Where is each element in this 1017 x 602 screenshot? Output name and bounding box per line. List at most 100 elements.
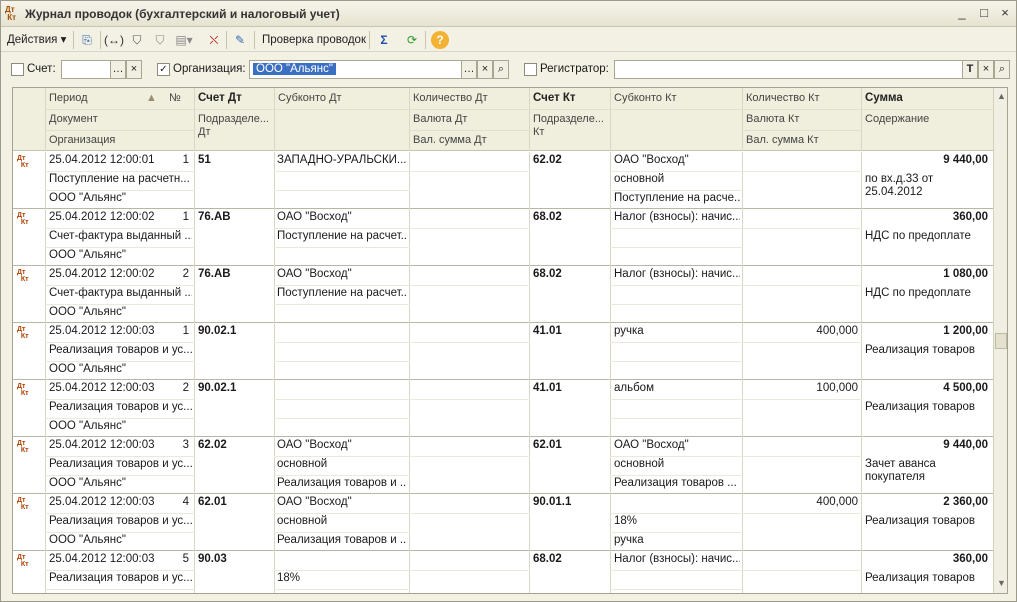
registrar-filter-input[interactable] [614,60,963,79]
entry-dt-kt-icon: Дт Кт [17,554,29,568]
table-row[interactable]: Дт Кт 25.04.2012 12:00:03 1 Реализация това… [13,323,993,380]
vertical-scrollbar[interactable]: ▲ ▼ [993,88,1007,593]
registrar-filter-checkbox[interactable] [524,63,537,76]
filter-list-icon[interactable]: ▤▾ [175,31,193,49]
entry-dt-kt-icon: Дт Кт [17,383,29,397]
cell-account-kt: 68.02 [533,268,562,280]
cell-account-dt: 90.02.1 [198,325,237,337]
move-icon[interactable]: (↔) [104,31,124,49]
header-sum[interactable]: Сумма [865,92,903,104]
edit-icon[interactable]: ✎ [231,31,249,49]
header-cur-sum-dt[interactable]: Вал. сумма Дт [413,134,487,146]
cell-subconto-dt-2: Поступление на расчет... [277,230,407,242]
account-filter-checkbox[interactable] [11,63,24,76]
header-division-kt[interactable]: Подразделе... Кт [533,113,607,139]
organization-filter-checkbox[interactable]: ✓ [157,63,170,76]
maximize-button[interactable]: □ [976,6,992,22]
sort-asc-icon[interactable]: ▲ [146,92,157,104]
cell-subconto-dt-2: основной [277,458,328,470]
table-row[interactable]: Дт Кт 25.04.2012 12:00:03 3 Реализация това… [13,437,993,494]
header-cur-sum-kt[interactable]: Вал. сумма Кт [746,134,819,146]
cell-account-kt: 62.02 [533,154,562,166]
cell-account-dt: 62.01 [198,496,227,508]
cell-number: 3 [182,439,189,451]
cell-account-dt: 76.АВ [198,211,231,223]
help-icon[interactable]: ? [431,31,449,49]
cell-content: по вх.д.33 от 25.04.2012 [865,173,934,198]
header-subconto-dt[interactable]: Субконто Дт [278,92,342,104]
table-row[interactable]: Дт Кт 25.04.2012 12:00:03 2 Реализация това… [13,380,993,437]
cell-document: Реализация товаров и ус... [49,401,192,413]
toolbar-separator [425,31,426,49]
cell-account-kt: 62.01 [533,439,562,451]
table-row[interactable]: Дт Кт 25.04.2012 12:00:03 5 Реализация това… [13,551,993,593]
add-copy-icon[interactable]: ⎘ [78,31,96,49]
table-row[interactable]: Дт Кт 25.04.2012 12:00:02 2 Счет-фактура вы… [13,266,993,323]
cell-quantity-kt: 100,000 [816,382,858,394]
cell-document: Счет-фактура выданный ... [49,230,192,242]
cell-subconto-dt-2: 18% [277,572,301,584]
cell-organization: ООО "Альянс" [49,420,126,432]
sum-icon[interactable]: Σ [375,31,393,49]
header-account-kt[interactable]: Счет Кт [533,92,576,104]
entry-dt-kt-icon: Дт Кт [17,212,29,226]
header-document[interactable]: Документ [49,113,98,125]
table-row[interactable]: Дт Кт 25.04.2012 12:00:03 4 Реализация това… [13,494,993,551]
refresh-icon[interactable]: ⟳ [403,31,421,49]
header-quantity-dt[interactable]: Количество Дт [413,92,488,104]
dropdown-arrow-icon: ▾ [60,34,67,46]
minimize-button[interactable]: _ [954,6,970,22]
organization-select-button[interactable]: … [461,60,477,79]
cell-account-dt: 76.АВ [198,268,231,280]
account-select-button[interactable]: … [110,60,126,79]
cell-content: Реализация товаров [865,572,976,584]
header-currency-dt[interactable]: Валюта Дт [413,113,467,125]
cell-organization: ООО "Альянс" [49,363,126,375]
account-filter-input[interactable] [61,60,111,79]
cell-subconto-kt-1: Налог (взносы): начис... [614,268,740,280]
actions-menu-button[interactable]: Действия ▾ [7,30,66,50]
table-row[interactable]: Дт Кт 25.04.2012 12:00:01 1 Поступление на … [13,152,993,209]
cell-organization: ООО "Альянс" [49,477,126,489]
scroll-up-icon[interactable]: ▲ [996,90,1007,102]
registrar-type-button[interactable]: T [962,60,978,79]
cell-subconto-kt-1: Налог (взносы): начис... [614,211,740,223]
filter-clear-icon[interactable]: ⛌ [205,31,223,49]
registrar-clear-button[interactable]: × [978,60,994,79]
cell-sum: 1 080,00 [943,268,988,280]
cell-content: Зачет аванса покупателя [865,458,936,483]
cell-organization: ООО "Альянс" [49,249,126,261]
cell-subconto-kt-1: ОАО "Восход" [614,154,689,166]
scroll-down-icon[interactable]: ▼ [996,577,1007,589]
header-division-dt[interactable]: Подразделе... Дт [198,113,272,139]
window-title: Журнал проводок (бухгалтерский и налогов… [25,7,340,21]
filter-icon[interactable]: ⛉ [128,31,146,49]
cell-account-dt: 90.03 [198,553,227,565]
filter-history-icon[interactable]: ⛉ [151,31,169,49]
table-row[interactable]: Дт Кт 25.04.2012 12:00:02 1 Счет-фактура вы… [13,209,993,266]
registrar-search-icon[interactable]: ⌕ [994,60,1010,79]
header-currency-kt[interactable]: Валюта Кт [746,113,799,125]
header-content[interactable]: Содержание [865,113,929,125]
check-entries-button[interactable]: Проверка проводок [262,30,366,50]
organization-search-icon[interactable]: ⌕ [493,60,509,79]
scroll-thumb[interactable] [995,333,1007,349]
cell-subconto-kt-3: ручка [614,534,644,546]
cell-period: 25.04.2012 12:00:02 [49,268,155,280]
close-button[interactable]: × [997,6,1013,22]
header-account-dt[interactable]: Счет Дт [198,92,242,104]
header-quantity-kt[interactable]: Количество Кт [746,92,820,104]
account-clear-button[interactable]: × [126,60,142,79]
cell-subconto-kt-2: основной [614,458,665,470]
organization-clear-button[interactable]: × [477,60,493,79]
header-number[interactable]: № [169,92,181,104]
header-subconto-kt[interactable]: Субконто Кт [614,92,677,104]
organization-filter-input[interactable]: ООО "Альянс" [249,60,462,79]
header-period[interactable]: Период [49,92,88,104]
toolbar-separator [73,31,74,49]
cell-document: Реализация товаров и ус... [49,572,192,584]
entry-dt-kt-icon: Дт Кт [17,440,29,454]
header-organization[interactable]: Организация [49,134,115,146]
toolbar-separator [254,31,255,49]
cell-account-kt: 68.02 [533,553,562,565]
